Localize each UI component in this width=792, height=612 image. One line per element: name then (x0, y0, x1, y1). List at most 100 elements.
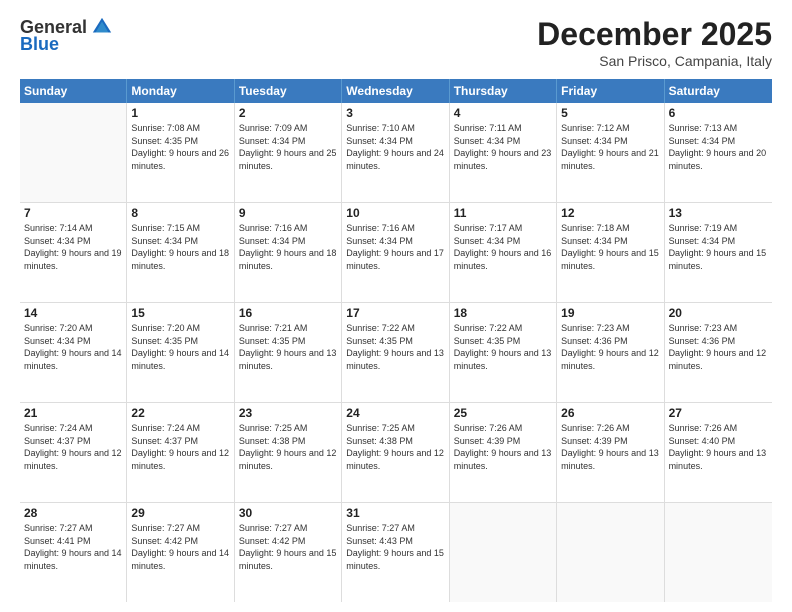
day-number: 31 (346, 506, 444, 520)
cal-cell-1-7: 6 Sunrise: 7:13 AM Sunset: 4:34 PM Daylig… (665, 103, 772, 202)
day-number: 20 (669, 306, 768, 320)
header: General Blue December 2025 San Prisco, C… (20, 16, 772, 69)
day-number: 1 (131, 106, 229, 120)
cal-cell-5-7 (665, 503, 772, 602)
header-tuesday: Tuesday (235, 79, 342, 103)
day-number: 23 (239, 406, 337, 420)
cal-cell-3-7: 20 Sunrise: 7:23 AM Sunset: 4:36 PM Dayli… (665, 303, 772, 402)
day-number: 15 (131, 306, 229, 320)
week-row-1: 1 Sunrise: 7:08 AM Sunset: 4:35 PM Daylig… (20, 103, 772, 203)
day-number: 28 (24, 506, 122, 520)
header-sunday: Sunday (20, 79, 127, 103)
cell-info: Sunrise: 7:22 AM Sunset: 4:35 PM Dayligh… (454, 322, 552, 372)
cell-info: Sunrise: 7:24 AM Sunset: 4:37 PM Dayligh… (131, 422, 229, 472)
cal-cell-5-5 (450, 503, 557, 602)
day-number: 11 (454, 206, 552, 220)
day-number: 24 (346, 406, 444, 420)
day-number: 4 (454, 106, 552, 120)
day-number: 8 (131, 206, 229, 220)
week-row-2: 7Sunrise: 7:14 AM Sunset: 4:34 PM Daylig… (20, 203, 772, 303)
week-row-5: 28 Sunrise: 7:27 AM Sunset: 4:41 PM Dayli… (20, 503, 772, 602)
cal-cell-3-6: 19Sunrise: 7:23 AM Sunset: 4:36 PM Dayli… (557, 303, 664, 402)
day-number: 6 (669, 106, 768, 120)
week-row-4: 21 Sunrise: 7:24 AM Sunset: 4:37 PM Dayli… (20, 403, 772, 503)
cal-cell-4-6: 26Sunrise: 7:26 AM Sunset: 4:39 PM Dayli… (557, 403, 664, 502)
cell-info: Sunrise: 7:21 AM Sunset: 4:35 PM Dayligh… (239, 322, 337, 372)
cell-info: Sunrise: 7:10 AM Sunset: 4:34 PM Dayligh… (346, 122, 444, 172)
cal-cell-1-3: 2 Sunrise: 7:09 AM Sunset: 4:34 PM Daylig… (235, 103, 342, 202)
week-row-3: 14 Sunrise: 7:20 AM Sunset: 4:34 PM Dayli… (20, 303, 772, 403)
cal-cell-2-6: 12Sunrise: 7:18 AM Sunset: 4:34 PM Dayli… (557, 203, 664, 302)
cal-cell-2-7: 13 Sunrise: 7:19 AM Sunset: 4:34 PM Dayli… (665, 203, 772, 302)
day-number: 14 (24, 306, 122, 320)
cal-cell-2-4: 10 Sunrise: 7:16 AM Sunset: 4:34 PM Dayli… (342, 203, 449, 302)
header-monday: Monday (127, 79, 234, 103)
month-title: December 2025 (537, 16, 772, 53)
day-number: 9 (239, 206, 337, 220)
day-number: 29 (131, 506, 229, 520)
cal-cell-1-5: 4Sunrise: 7:11 AM Sunset: 4:34 PM Daylig… (450, 103, 557, 202)
cell-info: Sunrise: 7:16 AM Sunset: 4:34 PM Dayligh… (239, 222, 337, 272)
cal-cell-5-3: 30Sunrise: 7:27 AM Sunset: 4:42 PM Dayli… (235, 503, 342, 602)
cell-info: Sunrise: 7:24 AM Sunset: 4:37 PM Dayligh… (24, 422, 122, 472)
cal-cell-4-3: 23 Sunrise: 7:25 AM Sunset: 4:38 PM Dayli… (235, 403, 342, 502)
cell-info: Sunrise: 7:13 AM Sunset: 4:34 PM Dayligh… (669, 122, 768, 172)
cal-cell-4-2: 22 Sunrise: 7:24 AM Sunset: 4:37 PM Dayli… (127, 403, 234, 502)
day-number: 16 (239, 306, 337, 320)
calendar-body: 1 Sunrise: 7:08 AM Sunset: 4:35 PM Daylig… (20, 103, 772, 602)
title-area: December 2025 San Prisco, Campania, Ital… (537, 16, 772, 69)
cell-info: Sunrise: 7:26 AM Sunset: 4:40 PM Dayligh… (669, 422, 768, 472)
calendar: Sunday Monday Tuesday Wednesday Thursday… (20, 79, 772, 602)
cell-info: Sunrise: 7:20 AM Sunset: 4:35 PM Dayligh… (131, 322, 229, 372)
calendar-header: Sunday Monday Tuesday Wednesday Thursday… (20, 79, 772, 103)
cal-cell-2-5: 11 Sunrise: 7:17 AM Sunset: 4:34 PM Dayli… (450, 203, 557, 302)
cal-cell-3-3: 16 Sunrise: 7:21 AM Sunset: 4:35 PM Dayli… (235, 303, 342, 402)
day-number: 22 (131, 406, 229, 420)
cal-cell-3-5: 18 Sunrise: 7:22 AM Sunset: 4:35 PM Dayli… (450, 303, 557, 402)
header-thursday: Thursday (450, 79, 557, 103)
cal-cell-2-1: 7Sunrise: 7:14 AM Sunset: 4:34 PM Daylig… (20, 203, 127, 302)
cal-cell-1-4: 3Sunrise: 7:10 AM Sunset: 4:34 PM Daylig… (342, 103, 449, 202)
day-number: 25 (454, 406, 552, 420)
cal-cell-1-2: 1 Sunrise: 7:08 AM Sunset: 4:35 PM Daylig… (127, 103, 234, 202)
cell-info: Sunrise: 7:27 AM Sunset: 4:41 PM Dayligh… (24, 522, 122, 572)
cal-cell-3-1: 14 Sunrise: 7:20 AM Sunset: 4:34 PM Dayli… (20, 303, 127, 402)
cell-info: Sunrise: 7:08 AM Sunset: 4:35 PM Dayligh… (131, 122, 229, 172)
cal-cell-3-4: 17 Sunrise: 7:22 AM Sunset: 4:35 PM Dayli… (342, 303, 449, 402)
day-number: 27 (669, 406, 768, 420)
cal-cell-1-1 (20, 103, 127, 202)
cal-cell-2-2: 8Sunrise: 7:15 AM Sunset: 4:34 PM Daylig… (127, 203, 234, 302)
day-number: 17 (346, 306, 444, 320)
day-number: 7 (24, 206, 122, 220)
cell-info: Sunrise: 7:25 AM Sunset: 4:38 PM Dayligh… (239, 422, 337, 472)
cell-info: Sunrise: 7:20 AM Sunset: 4:34 PM Dayligh… (24, 322, 122, 372)
day-number: 10 (346, 206, 444, 220)
logo-blue: Blue (20, 34, 59, 55)
cal-cell-4-4: 24 Sunrise: 7:25 AM Sunset: 4:38 PM Dayli… (342, 403, 449, 502)
day-number: 21 (24, 406, 122, 420)
cell-info: Sunrise: 7:19 AM Sunset: 4:34 PM Dayligh… (669, 222, 768, 272)
day-number: 18 (454, 306, 552, 320)
cal-cell-4-7: 27 Sunrise: 7:26 AM Sunset: 4:40 PM Dayli… (665, 403, 772, 502)
logo-area: General Blue (20, 16, 113, 55)
cal-cell-3-2: 15 Sunrise: 7:20 AM Sunset: 4:35 PM Dayli… (127, 303, 234, 402)
cell-info: Sunrise: 7:16 AM Sunset: 4:34 PM Dayligh… (346, 222, 444, 272)
page: General Blue December 2025 San Prisco, C… (0, 0, 792, 612)
cell-info: Sunrise: 7:26 AM Sunset: 4:39 PM Dayligh… (454, 422, 552, 472)
cal-cell-5-1: 28 Sunrise: 7:27 AM Sunset: 4:41 PM Dayli… (20, 503, 127, 602)
cal-cell-1-6: 5 Sunrise: 7:12 AM Sunset: 4:34 PM Daylig… (557, 103, 664, 202)
header-saturday: Saturday (665, 79, 772, 103)
cal-cell-4-5: 25 Sunrise: 7:26 AM Sunset: 4:39 PM Dayli… (450, 403, 557, 502)
cell-info: Sunrise: 7:23 AM Sunset: 4:36 PM Dayligh… (669, 322, 768, 372)
cell-info: Sunrise: 7:22 AM Sunset: 4:35 PM Dayligh… (346, 322, 444, 372)
cal-cell-4-1: 21 Sunrise: 7:24 AM Sunset: 4:37 PM Dayli… (20, 403, 127, 502)
header-wednesday: Wednesday (342, 79, 449, 103)
cell-info: Sunrise: 7:12 AM Sunset: 4:34 PM Dayligh… (561, 122, 659, 172)
cell-info: Sunrise: 7:17 AM Sunset: 4:34 PM Dayligh… (454, 222, 552, 272)
day-number: 13 (669, 206, 768, 220)
day-number: 2 (239, 106, 337, 120)
day-number: 5 (561, 106, 659, 120)
cell-info: Sunrise: 7:09 AM Sunset: 4:34 PM Dayligh… (239, 122, 337, 172)
cell-info: Sunrise: 7:23 AM Sunset: 4:36 PM Dayligh… (561, 322, 659, 372)
cell-info: Sunrise: 7:25 AM Sunset: 4:38 PM Dayligh… (346, 422, 444, 472)
